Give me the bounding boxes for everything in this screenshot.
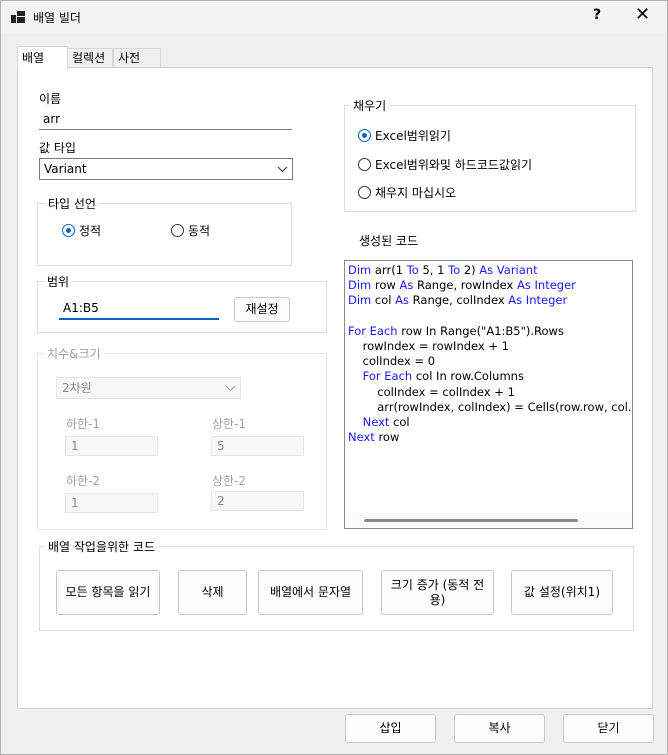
- code-keyword: To: [448, 263, 461, 277]
- code-text: 2): [460, 263, 480, 277]
- chevron-down-icon: [277, 159, 288, 185]
- code-line: Dim arr(1 To 5, 1 To 2) As Variant: [348, 263, 538, 277]
- code-text: row: [371, 278, 400, 293]
- code-keyword: For Each: [348, 323, 398, 338]
- code-line: arr(rowIndex, colIndex) = Cells(row.row,…: [348, 399, 632, 414]
- code-text: col: [389, 415, 410, 429]
- code-text: 5, 1: [418, 263, 449, 277]
- chevron-down-icon: [225, 379, 236, 403]
- copy-button[interactable]: 복사: [454, 714, 545, 743]
- generated-code-box[interactable]: Dim arr(1 To 5, 1 To 2) As Variant Dim ro…: [344, 260, 633, 529]
- code-text: col In row.Columns: [412, 369, 524, 384]
- value-type-label: 값 타입: [39, 141, 76, 155]
- lower2-input[interactable]: 1: [65, 493, 158, 513]
- horizontal-scrollbar[interactable]: [346, 513, 632, 527]
- window-title: 배열 빌더: [33, 11, 81, 25]
- upper2-input[interactable]: 2: [211, 491, 304, 511]
- code-keyword: Dim: [348, 293, 372, 308]
- type-declaration-group: [37, 203, 292, 266]
- code-keyword: As Variant: [479, 263, 538, 277]
- reset-button[interactable]: 재설정: [234, 297, 290, 322]
- array-actions-legend: 배열 작업을위한 코드: [45, 538, 158, 555]
- fill-range-label: Excel범위읽기: [375, 129, 451, 143]
- dialog-window: 배열 빌더 ? ✕ 배열 컬렉션 사전 이름 arr 값 타입 Variant …: [0, 0, 668, 755]
- code-keyword: As Integer: [508, 293, 568, 308]
- lower1-label: 하한-1: [66, 417, 101, 431]
- range-input[interactable]: A1:B5: [59, 297, 219, 320]
- tab-collection[interactable]: 컬렉션: [67, 48, 113, 68]
- static-label: 정적: [79, 224, 102, 238]
- tab-array[interactable]: 배열: [17, 46, 68, 70]
- code-text: arr(rowIndex, colIndex) = Cells(row.row,…: [377, 399, 632, 414]
- code-text: arr(1: [371, 263, 407, 277]
- code-keyword: As: [399, 278, 414, 293]
- code-keyword: For Each: [362, 369, 413, 384]
- code-text: col: [371, 293, 396, 308]
- close-icon[interactable]: ✕: [635, 4, 650, 25]
- code-text: colIndex = 0: [348, 354, 436, 369]
- lower1-input[interactable]: 1: [65, 436, 158, 456]
- help-button[interactable]: ?: [593, 7, 601, 23]
- name-label: 이름: [39, 92, 62, 106]
- code-line: Dim col As Range, colIndex As Integer: [348, 293, 567, 307]
- dynamic-radio[interactable]: [171, 224, 184, 237]
- static-radio[interactable]: [62, 224, 75, 237]
- name-input[interactable]: arr: [39, 109, 292, 130]
- fill-range-hardcode-radio[interactable]: [358, 158, 371, 171]
- code-text: rowIndex = rowIndex + 1: [348, 339, 509, 353]
- lower2-label: 하한-2: [66, 474, 101, 488]
- app-icon: [11, 11, 25, 23]
- fill-none-radio[interactable]: [358, 186, 371, 199]
- read-all-button[interactable]: 모든 항목을 읽기: [56, 570, 160, 615]
- generated-code-label: 생성된 코드: [359, 234, 419, 248]
- code-keyword: To: [406, 263, 419, 277]
- fill-range-radio[interactable]: [358, 129, 371, 142]
- code-keyword: Dim: [348, 278, 372, 293]
- title-bar: 배열 빌더 ? ✕: [1, 1, 667, 33]
- code-text: row: [374, 430, 400, 445]
- code-keyword: As Integer: [517, 278, 576, 293]
- code-text: colIndex = colIndex + 1: [348, 384, 515, 399]
- insert-button[interactable]: 삽입: [345, 714, 436, 743]
- code-line: colIndex = 0: [348, 354, 436, 369]
- type-declaration-legend: 타입 선언: [45, 195, 99, 212]
- range-legend: 범위: [44, 273, 73, 290]
- fill-none-label: 채우지 마십시오: [375, 186, 457, 200]
- upper1-label: 상한-1: [212, 417, 247, 431]
- fill-range-hardcode-label: Excel범위와및 하드코드값읽기: [375, 158, 533, 172]
- code-line: For Each row In Range("A1:B5").Rows: [348, 324, 564, 338]
- upper1-input[interactable]: 5: [211, 436, 304, 456]
- dimension-value: 2차원: [62, 381, 92, 395]
- code-line: Next col: [348, 415, 410, 429]
- code-line: Dim row As Range, rowIndex As Integer: [348, 278, 576, 292]
- code-text: Range, rowIndex: [413, 278, 518, 293]
- delete-button[interactable]: 삭제: [178, 570, 247, 615]
- code-keyword: As: [395, 293, 409, 308]
- dimensions-legend: 치수&크기: [44, 345, 104, 362]
- dynamic-label: 동적: [188, 224, 211, 238]
- scrollbar-thumb[interactable]: [364, 519, 578, 522]
- set-value-button[interactable]: 값 설정(위치1): [511, 570, 613, 615]
- dimension-select[interactable]: 2차원: [56, 377, 241, 399]
- code-line: colIndex = colIndex + 1: [348, 385, 515, 399]
- grow-size-button[interactable]: 크기 증가 (동적 전용): [381, 570, 494, 615]
- code-keyword: Next: [348, 430, 375, 445]
- code-text: row In Range("A1:B5").Rows: [397, 323, 564, 338]
- close-button[interactable]: 닫기: [563, 714, 654, 743]
- value-type-value: Variant: [44, 162, 87, 176]
- code-line: rowIndex = rowIndex + 1: [348, 339, 509, 353]
- array-to-string-button[interactable]: 배열에서 문자열: [258, 570, 363, 615]
- code-keyword: Dim: [348, 263, 372, 277]
- code-keyword: Next: [362, 415, 390, 429]
- code-line: Next row: [348, 430, 399, 444]
- code-text: Range, colIndex: [409, 293, 509, 308]
- tab-dictionary[interactable]: 사전: [113, 48, 161, 68]
- code-line: For Each col In row.Columns: [348, 369, 524, 383]
- value-type-select[interactable]: Variant: [39, 158, 293, 180]
- upper2-label: 상한-2: [212, 474, 247, 488]
- fill-legend: 채우기: [350, 97, 390, 114]
